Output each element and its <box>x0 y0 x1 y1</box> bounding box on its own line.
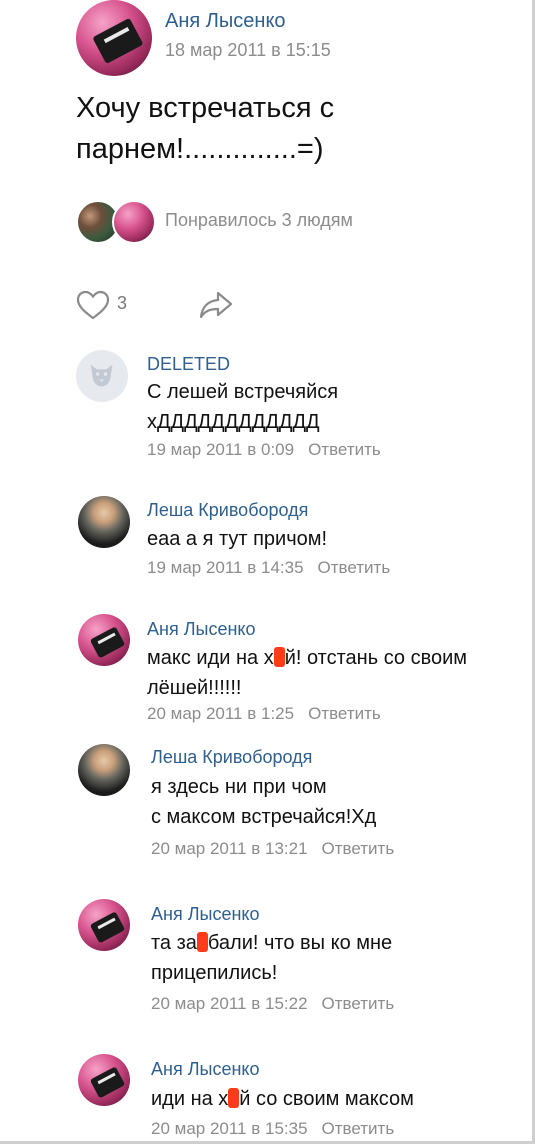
comment-author[interactable]: Аня Лысенко <box>151 1059 259 1080</box>
comment-time: 20 мар 2011 в 15:35 <box>151 1119 308 1138</box>
comment-meta: 19 мар 2011 в 14:35 Ответить <box>147 558 390 578</box>
post-author-name[interactable]: Аня Лысенко <box>165 10 286 33</box>
comment-text-part: макс иди на х <box>147 647 274 669</box>
liker-avatar <box>112 200 156 244</box>
comment-meta: 20 мар 2011 в 13:21 Ответить <box>151 839 394 859</box>
comment-time: 20 мар 2011 в 15:22 <box>151 994 308 1013</box>
comment-author[interactable]: Леша Кривобородя <box>151 747 312 768</box>
heart-icon[interactable] <box>76 290 110 320</box>
share-icon[interactable] <box>198 290 234 320</box>
reply-button[interactable]: Ответить <box>322 1119 395 1138</box>
comment-meta: 19 мар 2011 в 0:09 Ответить <box>147 440 381 460</box>
comment-text: еаа а я тут причом! <box>147 528 328 550</box>
comment-meta: 20 мар 2011 в 15:22 Ответить <box>151 994 394 1014</box>
reply-button[interactable]: Ответить <box>308 704 381 723</box>
dog-avatar-icon <box>91 365 113 387</box>
comment-time: 20 мар 2011 в 1:25 <box>147 704 295 723</box>
redaction-mark <box>228 1088 240 1108</box>
comment-text: та за бали! что вы ко мне прицепились! <box>151 928 481 988</box>
reply-button[interactable]: Ответить <box>322 839 395 858</box>
comment-line: я здесь ни при чом <box>151 776 327 798</box>
comment-time: 19 мар 2011 в 0:09 <box>147 440 295 459</box>
comment-time: 20 мар 2011 в 13:21 <box>151 839 308 858</box>
comment-meta: 20 мар 2011 в 15:35 Ответить <box>151 1119 394 1139</box>
comment-avatar-lesha[interactable] <box>78 496 130 548</box>
comment-author[interactable]: Аня Лысенко <box>147 619 255 640</box>
redaction-mark <box>196 932 208 952</box>
comment-text: иди на х й со своим максом <box>151 1084 521 1114</box>
comment-line: с максом встречайся!Хд <box>151 806 377 828</box>
likes-summary[interactable]: Понравилось 3 людям <box>165 210 353 231</box>
redaction-mark <box>273 647 285 667</box>
post-author-avatar[interactable] <box>76 0 152 76</box>
post-text: Хочу встречаться с парнем!..............… <box>76 92 335 165</box>
comment-text-part: иди на х <box>151 1088 229 1110</box>
comment-author[interactable]: Леша Кривобородя <box>147 500 308 521</box>
comment-avatar-anya[interactable] <box>78 899 130 951</box>
comment-author[interactable]: DELETED <box>147 354 230 375</box>
comment-text-part: та за <box>151 932 197 954</box>
reply-button[interactable]: Ответить <box>318 558 391 577</box>
comment-text-part: й со своим максом <box>239 1088 414 1110</box>
comment-avatar-deleted[interactable] <box>76 350 128 402</box>
comment-author[interactable]: Аня Лысенко <box>151 904 259 925</box>
comment-text: макс иди на х й! отстань со своим лёшей!!… <box>147 643 517 703</box>
comment-avatar-anya[interactable] <box>78 1054 130 1106</box>
reply-button[interactable]: Ответить <box>322 994 395 1013</box>
screenshot-frame: Аня Лысенко 18 мар 2011 в 15:15 Хочу вст… <box>0 0 535 1144</box>
comment-meta: 20 мар 2011 в 1:25 Ответить <box>147 704 381 724</box>
post-timestamp: 18 мар 2011 в 15:15 <box>165 40 331 60</box>
comment-time: 19 мар 2011 в 14:35 <box>147 558 304 577</box>
like-count: 3 <box>117 293 128 313</box>
reply-button[interactable]: Ответить <box>308 440 381 459</box>
comment-avatar-anya[interactable] <box>78 614 130 666</box>
comment-avatar-lesha[interactable] <box>78 744 130 796</box>
comment-text: С лешей встречяйся хДДДДДДДДДДДД <box>147 381 339 433</box>
comment-text: я здесь ни при чом с максом встречайся!Х… <box>151 772 511 832</box>
